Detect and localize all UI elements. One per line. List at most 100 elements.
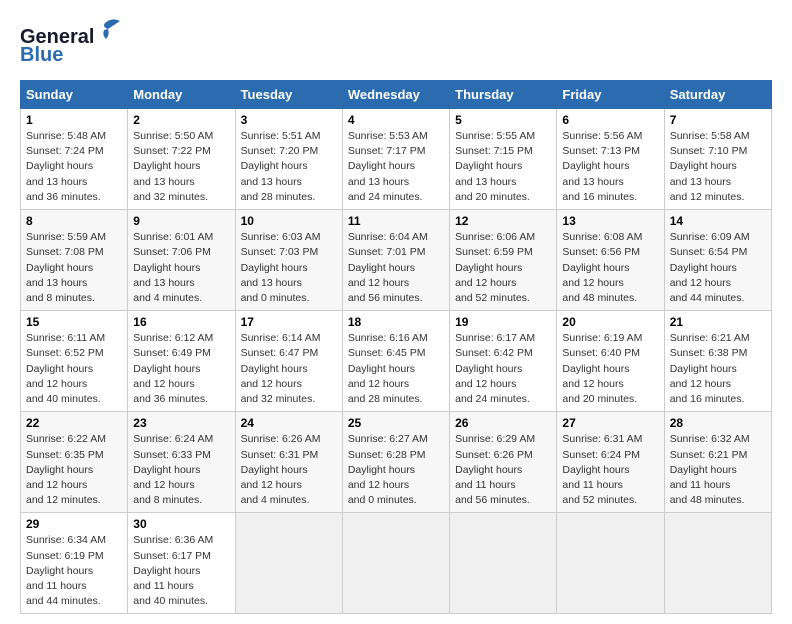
table-row: 30 Sunrise: 6:36 AM Sunset: 6:17 PM Dayl… [128, 513, 235, 614]
table-row: 29 Sunrise: 6:34 AM Sunset: 6:19 PM Dayl… [21, 513, 128, 614]
daylight-label: Daylight hours [133, 565, 200, 577]
calendar-week-row: 29 Sunrise: 6:34 AM Sunset: 6:19 PM Dayl… [21, 513, 772, 614]
table-row: 20 Sunrise: 6:19 AM Sunset: 6:40 PM Dayl… [557, 311, 664, 412]
day-info: Sunrise: 6:01 AM Sunset: 7:06 PM Dayligh… [133, 230, 229, 306]
day-info: Sunrise: 6:34 AM Sunset: 6:19 PM Dayligh… [26, 533, 122, 609]
col-tuesday: Tuesday [235, 81, 342, 109]
logo-svg: General Blue [20, 15, 125, 65]
table-row [557, 513, 664, 614]
day-number: 16 [133, 315, 229, 329]
calendar-table: Sunday Monday Tuesday Wednesday Thursday… [20, 80, 772, 614]
daylight-label: Daylight hours [562, 464, 629, 476]
daylight-label: Daylight hours [455, 262, 522, 274]
day-info: Sunrise: 5:56 AM Sunset: 7:13 PM Dayligh… [562, 129, 658, 205]
daylight-label: Daylight hours [26, 363, 93, 375]
day-number: 22 [26, 416, 122, 430]
day-number: 14 [670, 214, 766, 228]
daylight-label: Daylight hours [670, 262, 737, 274]
day-number: 2 [133, 113, 229, 127]
day-number: 19 [455, 315, 551, 329]
day-number: 12 [455, 214, 551, 228]
day-number: 6 [562, 113, 658, 127]
day-info: Sunrise: 6:14 AM Sunset: 6:47 PM Dayligh… [241, 331, 337, 407]
day-info: Sunrise: 6:29 AM Sunset: 6:26 PM Dayligh… [455, 432, 551, 508]
day-info: Sunrise: 6:06 AM Sunset: 6:59 PM Dayligh… [455, 230, 551, 306]
day-info: Sunrise: 6:11 AM Sunset: 6:52 PM Dayligh… [26, 331, 122, 407]
table-row: 2 Sunrise: 5:50 AM Sunset: 7:22 PM Dayli… [128, 109, 235, 210]
table-row: 6 Sunrise: 5:56 AM Sunset: 7:13 PM Dayli… [557, 109, 664, 210]
table-row: 5 Sunrise: 5:55 AM Sunset: 7:15 PM Dayli… [450, 109, 557, 210]
table-row: 19 Sunrise: 6:17 AM Sunset: 6:42 PM Dayl… [450, 311, 557, 412]
daylight-label: Daylight hours [670, 363, 737, 375]
daylight-label: Daylight hours [241, 262, 308, 274]
daylight-label: Daylight hours [348, 464, 415, 476]
daylight-label: Daylight hours [562, 160, 629, 172]
table-row: 3 Sunrise: 5:51 AM Sunset: 7:20 PM Dayli… [235, 109, 342, 210]
day-info: Sunrise: 6:04 AM Sunset: 7:01 PM Dayligh… [348, 230, 444, 306]
day-info: Sunrise: 6:08 AM Sunset: 6:56 PM Dayligh… [562, 230, 658, 306]
day-info: Sunrise: 6:26 AM Sunset: 6:31 PM Dayligh… [241, 432, 337, 508]
col-monday: Monday [128, 81, 235, 109]
col-sunday: Sunday [21, 81, 128, 109]
daylight-label: Daylight hours [455, 160, 522, 172]
logo: General Blue [20, 15, 125, 70]
day-info: Sunrise: 6:03 AM Sunset: 7:03 PM Dayligh… [241, 230, 337, 306]
daylight-label: Daylight hours [133, 464, 200, 476]
table-row: 13 Sunrise: 6:08 AM Sunset: 6:56 PM Dayl… [557, 210, 664, 311]
day-number: 28 [670, 416, 766, 430]
day-number: 7 [670, 113, 766, 127]
table-row: 28 Sunrise: 6:32 AM Sunset: 6:21 PM Dayl… [664, 412, 771, 513]
day-info: Sunrise: 6:12 AM Sunset: 6:49 PM Dayligh… [133, 331, 229, 407]
day-number: 20 [562, 315, 658, 329]
table-row [450, 513, 557, 614]
day-number: 21 [670, 315, 766, 329]
table-row [235, 513, 342, 614]
daylight-label: Daylight hours [241, 160, 308, 172]
daylight-label: Daylight hours [133, 160, 200, 172]
daylight-label: Daylight hours [670, 464, 737, 476]
day-info: Sunrise: 5:58 AM Sunset: 7:10 PM Dayligh… [670, 129, 766, 205]
day-number: 11 [348, 214, 444, 228]
col-thursday: Thursday [450, 81, 557, 109]
header: General Blue [20, 15, 772, 70]
page-container: General Blue Sunday Monday Tuesday Wedne… [0, 0, 792, 624]
day-info: Sunrise: 6:21 AM Sunset: 6:38 PM Dayligh… [670, 331, 766, 407]
day-number: 26 [455, 416, 551, 430]
calendar-body: 1 Sunrise: 5:48 AM Sunset: 7:24 PM Dayli… [21, 109, 772, 614]
calendar-header-row: Sunday Monday Tuesday Wednesday Thursday… [21, 81, 772, 109]
day-number: 23 [133, 416, 229, 430]
table-row: 25 Sunrise: 6:27 AM Sunset: 6:28 PM Dayl… [342, 412, 449, 513]
day-number: 9 [133, 214, 229, 228]
table-row: 1 Sunrise: 5:48 AM Sunset: 7:24 PM Dayli… [21, 109, 128, 210]
day-info: Sunrise: 5:55 AM Sunset: 7:15 PM Dayligh… [455, 129, 551, 205]
day-number: 3 [241, 113, 337, 127]
table-row: 17 Sunrise: 6:14 AM Sunset: 6:47 PM Dayl… [235, 311, 342, 412]
day-number: 25 [348, 416, 444, 430]
daylight-label: Daylight hours [348, 363, 415, 375]
day-info: Sunrise: 6:31 AM Sunset: 6:24 PM Dayligh… [562, 432, 658, 508]
table-row: 23 Sunrise: 6:24 AM Sunset: 6:33 PM Dayl… [128, 412, 235, 513]
table-row: 15 Sunrise: 6:11 AM Sunset: 6:52 PM Dayl… [21, 311, 128, 412]
day-info: Sunrise: 6:22 AM Sunset: 6:35 PM Dayligh… [26, 432, 122, 508]
table-row: 18 Sunrise: 6:16 AM Sunset: 6:45 PM Dayl… [342, 311, 449, 412]
day-number: 4 [348, 113, 444, 127]
col-wednesday: Wednesday [342, 81, 449, 109]
table-row [342, 513, 449, 614]
table-row: 7 Sunrise: 5:58 AM Sunset: 7:10 PM Dayli… [664, 109, 771, 210]
table-row: 27 Sunrise: 6:31 AM Sunset: 6:24 PM Dayl… [557, 412, 664, 513]
daylight-label: Daylight hours [133, 363, 200, 375]
daylight-label: Daylight hours [455, 464, 522, 476]
day-number: 10 [241, 214, 337, 228]
daylight-label: Daylight hours [26, 464, 93, 476]
day-number: 24 [241, 416, 337, 430]
day-number: 30 [133, 517, 229, 531]
day-info: Sunrise: 5:51 AM Sunset: 7:20 PM Dayligh… [241, 129, 337, 205]
table-row: 10 Sunrise: 6:03 AM Sunset: 7:03 PM Dayl… [235, 210, 342, 311]
day-info: Sunrise: 5:50 AM Sunset: 7:22 PM Dayligh… [133, 129, 229, 205]
day-number: 27 [562, 416, 658, 430]
table-row: 26 Sunrise: 6:29 AM Sunset: 6:26 PM Dayl… [450, 412, 557, 513]
day-info: Sunrise: 6:16 AM Sunset: 6:45 PM Dayligh… [348, 331, 444, 407]
day-number: 13 [562, 214, 658, 228]
daylight-label: Daylight hours [348, 262, 415, 274]
col-friday: Friday [557, 81, 664, 109]
